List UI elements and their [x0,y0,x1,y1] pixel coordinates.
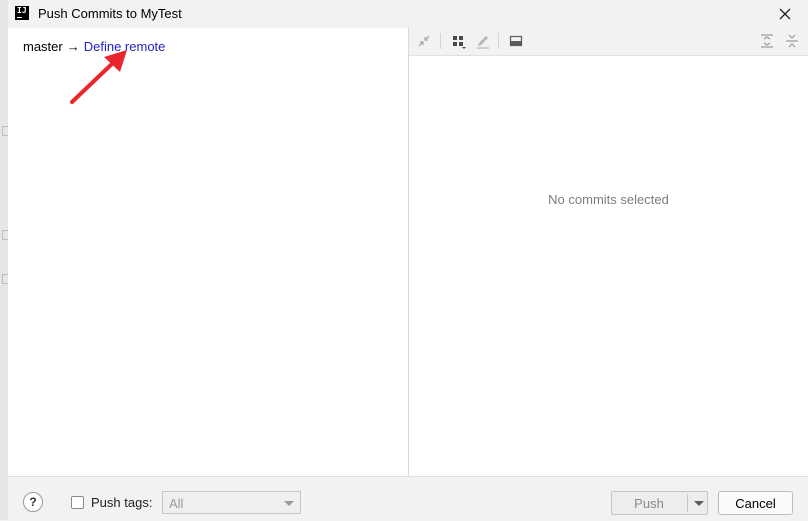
push-button-divider [687,494,688,512]
collapse-button[interactable] [415,32,433,50]
window-title: Push Commits to MyTest [38,6,182,21]
push-tags-label: Push tags: [91,495,153,510]
cancel-button[interactable]: Cancel [718,491,793,515]
title-bar: IJ Push Commits to MyTest [8,0,808,28]
push-dropdown-arrow-icon[interactable] [694,501,704,506]
toolbar-separator [498,33,499,49]
commit-details-panel: No commits selected [409,28,808,476]
collapse-icon [418,35,430,47]
repo-push-row: master → Define remote [23,39,165,54]
dialog-footer: ? Push tags: All Push Cancel [8,476,808,521]
toolbar-separator [440,33,441,49]
background-window-strip [0,0,8,520]
app-logo-icon: IJ [15,6,29,20]
push-button[interactable]: Push [611,491,708,515]
collapse-all-button[interactable] [783,32,801,50]
expand-all-button[interactable] [758,32,776,50]
tags-combo[interactable]: All [162,491,301,514]
collapse-all-icon [786,34,798,48]
branch-name: master [23,39,63,54]
help-button[interactable]: ? [23,492,43,512]
arrow-separator: → [66,39,80,54]
details-toolbar [409,28,808,56]
push-tree-panel: master → Define remote [8,28,409,476]
tags-combo-value: All [169,496,184,511]
edit-icon [477,36,489,49]
push-dialog: IJ Push Commits to MyTest master → Define … [8,0,808,521]
dropdown-arrow-icon [284,501,294,506]
push-tags-checkbox[interactable] [71,496,84,509]
empty-state-text: No commits selected [548,192,669,207]
close-button[interactable] [762,0,808,28]
preview-button[interactable] [507,32,525,50]
group-icon [453,36,466,49]
define-remote-link[interactable]: Define remote [84,39,166,54]
push-button-label: Push [634,496,664,511]
preview-icon [509,35,523,47]
group-button[interactable] [450,32,468,50]
close-icon [779,8,791,20]
expand-all-icon [761,34,773,48]
edit-button[interactable] [474,32,492,50]
